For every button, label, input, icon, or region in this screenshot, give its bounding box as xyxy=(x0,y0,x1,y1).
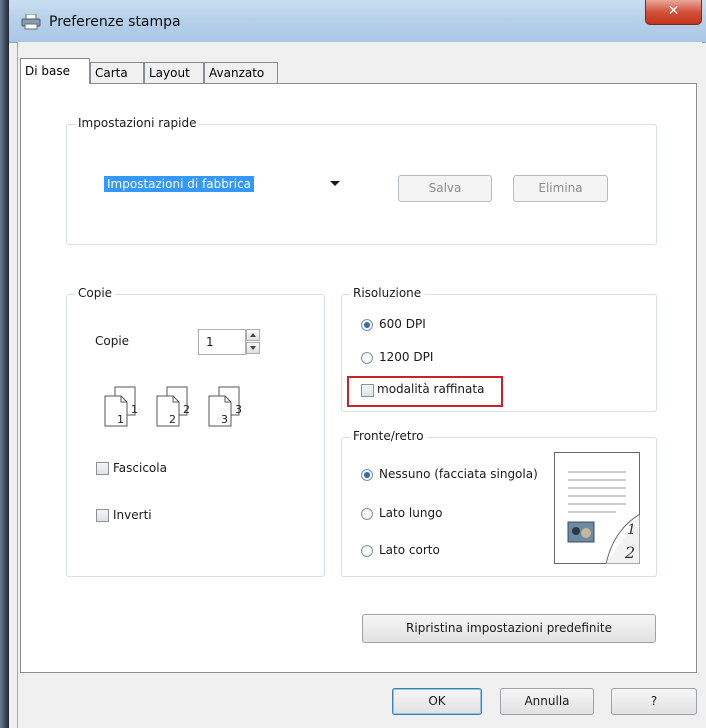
duplex-short-edge-radio[interactable] xyxy=(361,545,373,557)
group-legend: Copie xyxy=(75,286,116,300)
group-legend: Impostazioni rapide xyxy=(75,116,200,130)
tab-label: Layout xyxy=(149,66,190,80)
collate-checkbox[interactable] xyxy=(96,462,109,475)
print-preferences-window: Preferenze stampa ✕ Di base Carta Layout… xyxy=(0,0,706,728)
tab-label: Di base xyxy=(25,64,70,78)
restore-defaults-button[interactable]: Ripristina impostazioni predefinite xyxy=(362,614,656,643)
reverse-label: Inverti xyxy=(113,508,152,522)
collate-page-number: 2 xyxy=(169,413,176,426)
button-label: OK xyxy=(428,694,446,708)
duplex-short-edge-label: Lato corto xyxy=(379,543,440,557)
ok-button[interactable]: OK xyxy=(392,688,482,715)
tab-label: Carta xyxy=(95,66,128,80)
cancel-button[interactable]: Annulla xyxy=(500,688,594,715)
collated-page-set-icon-1: 1 1 xyxy=(104,386,138,427)
close-icon: ✕ xyxy=(667,3,680,19)
collate-page-number: 3 xyxy=(235,403,242,416)
copies-label: Copie xyxy=(95,334,130,348)
collate-label: Fascicola xyxy=(113,461,167,475)
group-legend: Risoluzione xyxy=(350,286,425,300)
button-label: Annulla xyxy=(524,694,570,708)
duplex-none-radio[interactable] xyxy=(361,469,373,481)
window-title: Preferenze stampa xyxy=(49,14,181,30)
collate-page-number: 1 xyxy=(131,403,138,416)
fine-mode-label: modalità raffinata xyxy=(377,382,485,396)
button-label: Elimina xyxy=(538,181,583,195)
title-bar[interactable]: Preferenze stampa ✕ xyxy=(9,0,706,43)
button-label: Salva xyxy=(428,181,462,195)
duplex-none-label: Nessuno (facciata singola) xyxy=(379,467,538,481)
tab-carta[interactable]: Carta xyxy=(90,62,144,84)
collate-page-number: 1 xyxy=(117,413,124,426)
resolution-600-label: 600 DPI xyxy=(379,317,426,331)
collate-page-number: 3 xyxy=(221,413,228,426)
close-button[interactable]: ✕ xyxy=(645,0,702,25)
tab-di-base[interactable]: Di base xyxy=(20,58,90,84)
duplex-preview-icon: 1 2 xyxy=(554,452,640,564)
duplex-long-edge-radio[interactable] xyxy=(361,508,373,520)
window-edge xyxy=(0,0,9,728)
save-button[interactable]: Salva xyxy=(398,175,492,202)
duplex-long-edge-label: Lato lungo xyxy=(379,506,443,520)
help-button[interactable]: ? xyxy=(611,688,697,715)
tab-avanzato[interactable]: Avanzato xyxy=(204,62,278,84)
collated-page-set-icon-3: 3 3 xyxy=(208,386,242,427)
duplex-page-number: 2 xyxy=(624,543,635,562)
duplex-page-number: 1 xyxy=(627,522,636,538)
button-label: ? xyxy=(650,694,658,708)
spin-up-icon[interactable] xyxy=(246,329,260,341)
chevron-down-icon[interactable] xyxy=(330,181,340,186)
reverse-checkbox[interactable] xyxy=(96,509,109,522)
printer-icon xyxy=(21,14,41,30)
copies-stepper[interactable] xyxy=(246,329,260,355)
tab-layout[interactable]: Layout xyxy=(144,62,204,84)
group-legend: Fronte/retro xyxy=(350,429,427,443)
resolution-600-radio[interactable] xyxy=(361,319,373,331)
delete-button[interactable]: Elimina xyxy=(513,175,608,202)
fine-mode-checkbox[interactable] xyxy=(361,384,374,397)
button-label: Ripristina impostazioni predefinite xyxy=(406,621,612,635)
copies-input[interactable]: 1 xyxy=(198,329,246,355)
spin-down-icon[interactable] xyxy=(246,342,260,354)
collated-page-set-icon-2: 2 2 xyxy=(156,386,190,427)
resolution-1200-radio[interactable] xyxy=(361,352,373,364)
collate-page-number: 2 xyxy=(183,403,190,416)
quick-settings-dropdown[interactable]: Impostazioni di fabbrica xyxy=(100,173,346,197)
tab-label: Avanzato xyxy=(209,66,265,80)
copies-value: 1 xyxy=(206,335,214,349)
resolution-1200-label: 1200 DPI xyxy=(379,350,434,364)
dropdown-selected-value: Impostazioni di fabbrica xyxy=(104,176,255,192)
